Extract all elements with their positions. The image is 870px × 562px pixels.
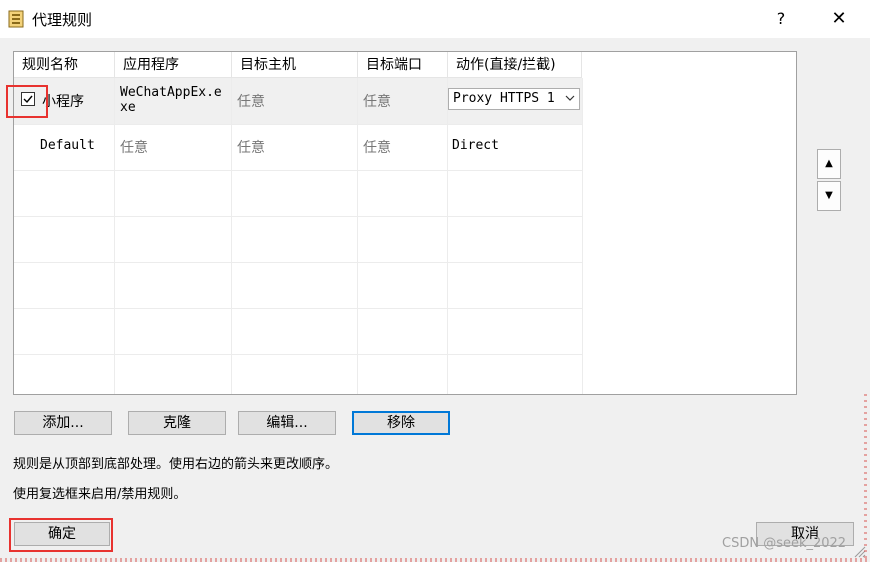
rule-target-port: 任意 xyxy=(363,94,391,110)
info-order-text: 规则是从顶部到底部处理。使用右边的箭头来更改顺序。 xyxy=(13,457,339,472)
rule-application: 任意 xyxy=(120,140,148,156)
move-up-button[interactable]: ▲ xyxy=(817,149,841,179)
rule-target-host: 任意 xyxy=(237,94,265,110)
rule-name: 小程序 xyxy=(42,94,84,110)
edit-button[interactable]: 编辑... xyxy=(238,411,336,435)
column-header-target-port[interactable]: 目标端口 xyxy=(358,52,448,78)
highlight-box xyxy=(9,518,113,552)
title-bar: 代理规则 ? ✕ xyxy=(0,0,870,38)
highlight-box xyxy=(6,85,48,118)
add-button[interactable]: 添加... xyxy=(14,411,112,435)
help-button[interactable]: ? xyxy=(758,0,804,38)
app-icon xyxy=(8,10,24,28)
edge-decoration xyxy=(0,558,870,562)
rule-name: Default xyxy=(40,138,95,153)
info-checkbox-text: 使用复选框来启用/禁用规则。 xyxy=(13,487,187,502)
rule-target-port: 任意 xyxy=(363,140,391,156)
edge-decoration xyxy=(864,390,867,558)
column-header-application[interactable]: 应用程序 xyxy=(115,52,232,78)
rule-action-select[interactable]: Proxy HTTPS 1 xyxy=(448,88,580,110)
rule-target-host: 任意 xyxy=(237,140,265,156)
chevron-down-icon xyxy=(565,95,575,101)
rules-table: 规则名称 应用程序 目标主机 目标端口 动作(直接/拦截) 小程序 WeChat… xyxy=(13,51,797,395)
move-down-button[interactable]: ▼ xyxy=(817,181,841,211)
clone-button[interactable]: 克隆 xyxy=(128,411,226,435)
rule-action: Direct xyxy=(452,138,499,153)
close-button[interactable]: ✕ xyxy=(816,0,862,38)
watermark: CSDN @seek_2022 xyxy=(722,536,847,551)
column-header-target-host[interactable]: 目标主机 xyxy=(232,52,358,78)
column-header-rule-name[interactable]: 规则名称 xyxy=(14,52,115,78)
column-header-action[interactable]: 动作(直接/拦截) xyxy=(448,52,582,78)
window-title: 代理规则 xyxy=(32,11,93,29)
rule-application: WeChatAppEx.e xe xyxy=(120,85,222,115)
remove-button[interactable]: 移除 xyxy=(352,411,450,435)
